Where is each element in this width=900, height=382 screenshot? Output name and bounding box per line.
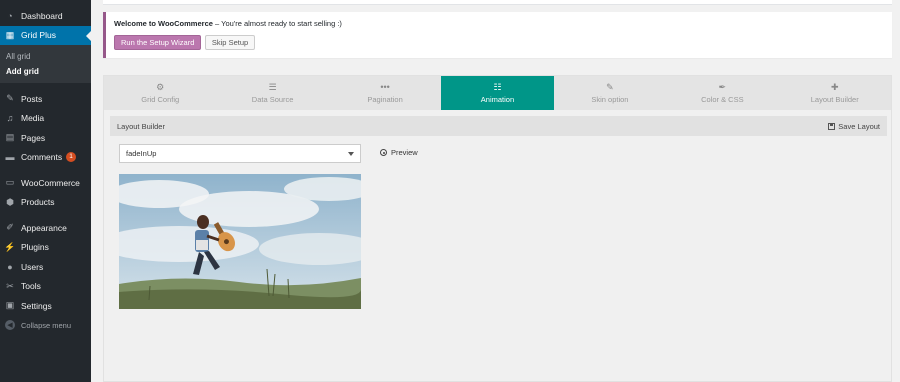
animation-select-value: fadeInUp bbox=[126, 149, 157, 158]
preview-label: Preview bbox=[391, 148, 418, 157]
save-layout-label: Save Layout bbox=[838, 121, 880, 131]
notice-title: Welcome to WooCommerce bbox=[114, 19, 213, 28]
menu-collapse-label: Collapse menu bbox=[21, 320, 72, 330]
tab-pagination-label: Pagination bbox=[367, 95, 403, 104]
menu-posts-label: Posts bbox=[21, 93, 43, 104]
menu-media-label: Media bbox=[21, 113, 45, 124]
comments-count-badge: 1 bbox=[66, 152, 77, 163]
collapse-icon: ◀ bbox=[5, 320, 15, 331]
media-icon: ♫ bbox=[6, 113, 14, 124]
pages-icon: ▤ bbox=[5, 132, 15, 143]
chevron-down-icon bbox=[348, 151, 354, 156]
save-layout-button[interactable]: Save Layout bbox=[828, 122, 880, 131]
menu-products[interactable]: ⬢ Products bbox=[0, 193, 91, 213]
sliders-icon: ☷ bbox=[493, 82, 502, 92]
dashboard-icon: ◔ bbox=[7, 10, 13, 21]
menu-users-label: Users bbox=[21, 261, 44, 272]
menu-pages[interactable]: ▤ Pages bbox=[0, 128, 91, 148]
eyedropper-icon: ✒ bbox=[718, 82, 727, 92]
admin-sidebar: ◔ Dashboard ▦ Grid Plus All grid Add gri… bbox=[0, 0, 91, 382]
menu-dashboard[interactable]: ◔ Dashboard bbox=[0, 6, 91, 26]
menu-posts[interactable]: ✎ Posts bbox=[0, 89, 91, 109]
run-setup-wizard-button[interactable]: Run the Setup Wizard bbox=[114, 35, 202, 50]
top-strip bbox=[103, 0, 892, 5]
tab-animation[interactable]: ☷ Animation bbox=[441, 76, 554, 110]
grid-editor-panel: ⚙ Grid Config ☰ Data Source ••• Paginati… bbox=[103, 75, 892, 382]
box-icon: ⬢ bbox=[6, 196, 14, 207]
menu-users[interactable]: ● Users bbox=[0, 257, 91, 277]
settings-icon: ▣ bbox=[5, 300, 15, 311]
notice-text: Welcome to WooCommerce – You're almost r… bbox=[114, 19, 884, 28]
tab-grid-config[interactable]: ⚙ Grid Config bbox=[104, 76, 216, 110]
layout-builder-bar: Layout Builder Save Layout bbox=[110, 116, 887, 136]
preview-image bbox=[119, 174, 361, 309]
layout-builder-title: Layout Builder bbox=[117, 121, 165, 131]
submenu-add-grid[interactable]: Add grid bbox=[0, 64, 91, 79]
user-icon: ● bbox=[7, 261, 13, 272]
menu-woocommerce-label: WooCommerce bbox=[21, 177, 80, 188]
submenu-all-grid[interactable]: All grid bbox=[0, 49, 91, 64]
tab-data-source[interactable]: ☰ Data Source bbox=[216, 76, 328, 110]
tab-skin-option[interactable]: ✎ Skin option bbox=[554, 76, 666, 110]
gears-icon: ⚙ bbox=[156, 82, 165, 92]
woocommerce-notice: Welcome to WooCommerce – You're almost r… bbox=[103, 12, 892, 58]
ellipsis-icon: ••• bbox=[380, 82, 390, 92]
menu-pages-label: Pages bbox=[21, 132, 46, 143]
menu-products-label: Products bbox=[21, 197, 55, 208]
tab-color-css[interactable]: ✒ Color & CSS bbox=[666, 76, 778, 110]
tab-data-source-label: Data Source bbox=[251, 95, 294, 104]
tab-animation-label: Animation bbox=[480, 95, 515, 104]
woocommerce-icon: ▭ bbox=[5, 177, 15, 188]
puzzle-icon: ✚ bbox=[830, 82, 839, 92]
notice-message: – You're almost ready to start selling :… bbox=[212, 19, 342, 28]
pushpin-icon: ✎ bbox=[6, 93, 14, 104]
plug-icon: ⚡ bbox=[4, 241, 16, 252]
preview-button[interactable]: Preview bbox=[380, 148, 418, 157]
comment-icon: ▬ bbox=[5, 152, 15, 163]
menu-plugins-label: Plugins bbox=[21, 242, 49, 253]
menu-settings-label: Settings bbox=[21, 300, 52, 311]
tab-grid-config-label: Grid Config bbox=[141, 95, 180, 104]
menu-settings[interactable]: ▣ Settings bbox=[0, 296, 91, 316]
database-icon: ☰ bbox=[268, 82, 277, 92]
floppy-icon bbox=[828, 122, 836, 130]
menu-tools[interactable]: ✂ Tools bbox=[0, 277, 91, 297]
menu-comments-label: Comments bbox=[21, 152, 63, 163]
tab-color-css-label: Color & CSS bbox=[701, 95, 744, 104]
skip-setup-button[interactable]: Skip Setup bbox=[204, 35, 256, 50]
menu-woocommerce[interactable]: ▭ WooCommerce bbox=[0, 173, 91, 193]
menu-appearance[interactable]: ✐ Appearance bbox=[0, 218, 91, 238]
brush-icon: ✎ bbox=[606, 82, 614, 92]
tab-layout-builder-label: Layout Builder bbox=[810, 95, 859, 104]
preview-photo bbox=[119, 174, 361, 309]
menu-comments[interactable]: ▬ Comments 1 bbox=[0, 148, 91, 168]
menu-appearance-label: Appearance bbox=[21, 222, 67, 233]
animation-select[interactable]: fadeInUp bbox=[119, 144, 361, 163]
menu-dashboard-label: Dashboard bbox=[21, 10, 63, 21]
menu-media[interactable]: ♫ Media bbox=[0, 109, 91, 129]
grid-plus-submenu: All grid Add grid bbox=[0, 45, 91, 83]
editor-tabs: ⚙ Grid Config ☰ Data Source ••• Paginati… bbox=[104, 76, 891, 110]
tab-skin-option-label: Skin option bbox=[591, 95, 629, 104]
menu-grid-plus[interactable]: ▦ Grid Plus bbox=[0, 25, 91, 45]
menu-grid-plus-label: Grid Plus bbox=[21, 30, 56, 41]
menu-collapse[interactable]: ◀ Collapse menu bbox=[0, 316, 91, 336]
wrench-icon: ✂ bbox=[6, 280, 14, 291]
radio-icon bbox=[380, 149, 387, 156]
tab-layout-builder[interactable]: ✚ Layout Builder bbox=[779, 76, 891, 110]
tab-pagination[interactable]: ••• Pagination bbox=[329, 76, 441, 110]
menu-plugins[interactable]: ⚡ Plugins bbox=[0, 238, 91, 258]
grid-icon: ▦ bbox=[5, 29, 15, 40]
brush-icon: ✐ bbox=[6, 222, 14, 233]
menu-tools-label: Tools bbox=[21, 281, 41, 292]
